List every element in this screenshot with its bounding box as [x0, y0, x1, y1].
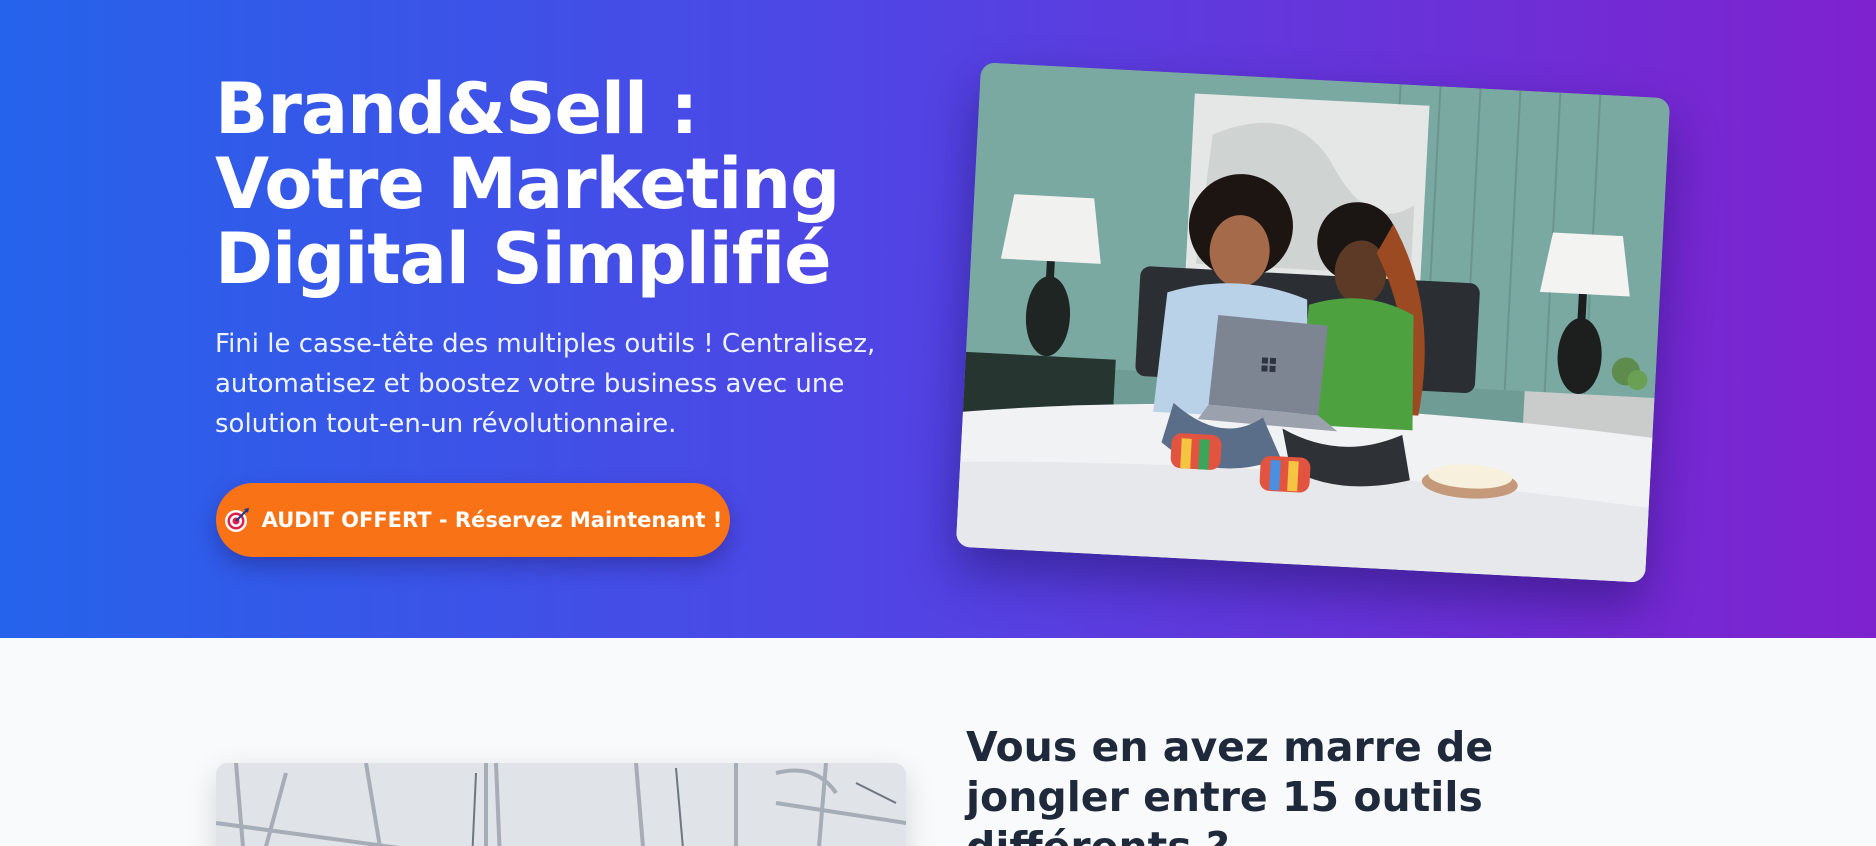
hero-title: Brand&Sell : Votre Marketing Digital Sim… [215, 68, 840, 300]
audit-cta-button[interactable]: AUDIT OFFERT - Réservez Maintenant ! [216, 483, 730, 557]
problem-section: Vous en avez marre de jongler entre 15 o… [0, 638, 1876, 846]
problem-section-title: Vous en avez marre de jongler entre 15 o… [966, 723, 1494, 846]
hero-subtitle: Fini le casse-tête des multiples outils … [215, 329, 876, 439]
target-icon [224, 507, 250, 533]
audit-cta-label: AUDIT OFFERT - Réservez Maintenant ! [261, 508, 723, 532]
hero-photo [955, 62, 1671, 583]
hero-section: Brand&Sell : Votre Marketing Digital Sim… [0, 0, 1876, 638]
section-photo [216, 763, 906, 846]
